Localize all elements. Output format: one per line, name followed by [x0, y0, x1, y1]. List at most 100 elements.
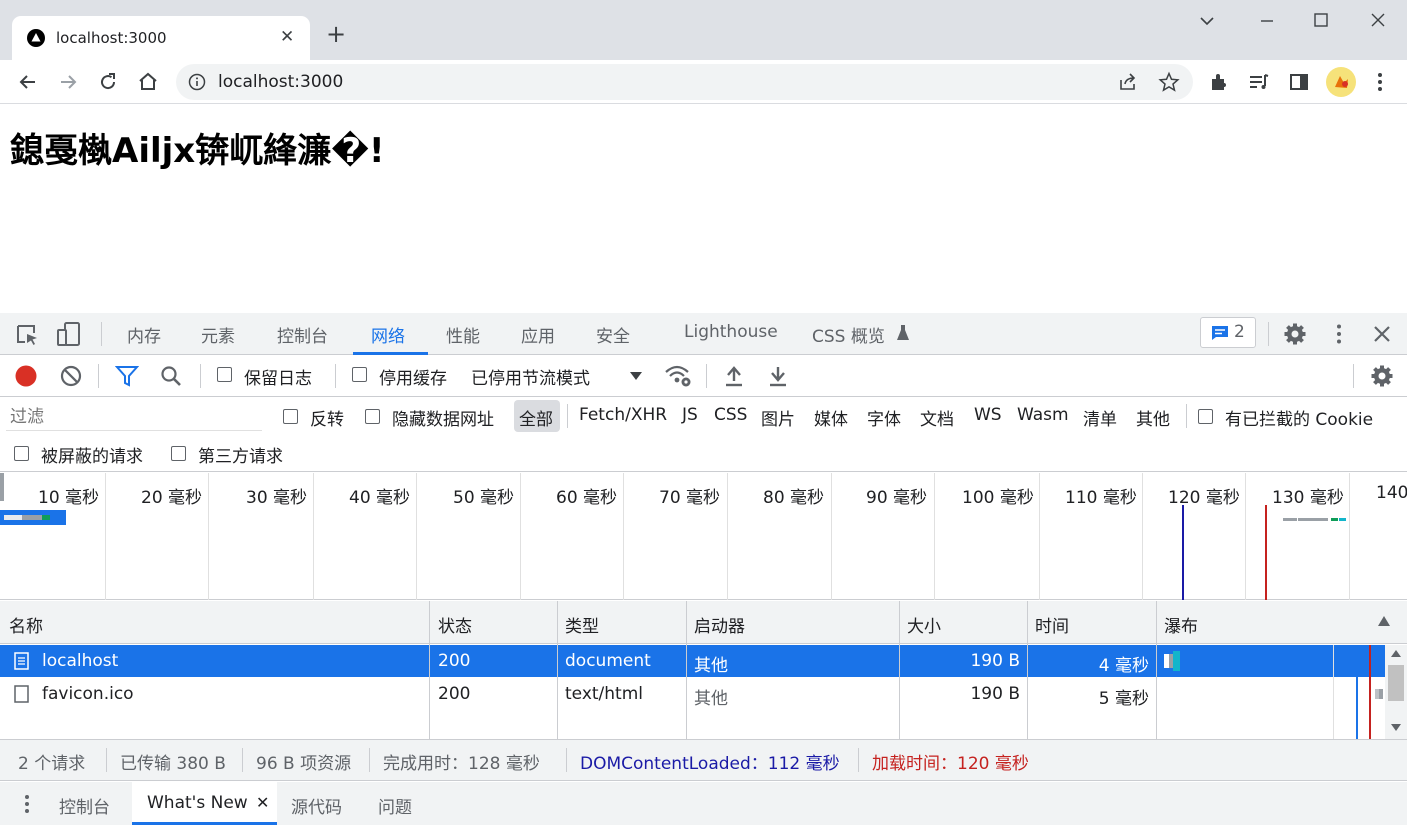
tab-application[interactable]: 应用 [521, 322, 555, 347]
network-conditions-icon[interactable] [664, 363, 692, 389]
reload-icon[interactable] [96, 70, 120, 94]
column-divider[interactable] [1027, 601, 1028, 739]
close-window-icon[interactable] [1367, 10, 1389, 32]
scroll-down-icon[interactable] [1390, 723, 1402, 732]
tab-css-overview[interactable]: CSS 概览 [812, 322, 885, 347]
back-icon[interactable] [16, 70, 40, 94]
type-filter-media[interactable]: 媒体 [814, 405, 848, 430]
type-filter-all[interactable]: 全部 [519, 405, 553, 430]
tab-security[interactable]: 安全 [596, 322, 630, 347]
network-settings-icon[interactable] [1370, 364, 1394, 388]
column-header-type[interactable]: 类型 [565, 612, 599, 637]
close-drawer-tab-icon[interactable]: ✕ [256, 793, 269, 812]
table-row[interactable]: localhost 200 document 其他 190 B 4 毫秒 [0, 645, 1385, 677]
tab-console[interactable]: 控制台 [277, 322, 328, 347]
tab-memory[interactable]: 内存 [127, 322, 161, 347]
scroll-up-icon[interactable] [1390, 649, 1402, 658]
drawer-tab-sources[interactable]: 源代码 [291, 793, 342, 818]
clear-icon[interactable] [59, 364, 83, 388]
sort-ascending-icon[interactable] [1377, 615, 1391, 627]
invert-checkbox[interactable] [283, 409, 298, 424]
disable-cache-checkbox[interactable] [352, 367, 367, 382]
preserve-log-checkbox[interactable] [217, 367, 232, 382]
tab-elements[interactable]: 元素 [201, 322, 235, 347]
column-divider[interactable] [557, 601, 558, 739]
table-header: 名称 状态 类型 启动器 大小 时间 瀑布 [0, 601, 1407, 644]
drawer-menu-icon[interactable] [20, 793, 34, 815]
profile-avatar[interactable] [1326, 67, 1356, 97]
import-har-icon[interactable] [722, 364, 746, 388]
drawer-tab-console[interactable]: 控制台 [59, 793, 110, 818]
column-header-status[interactable]: 状态 [438, 612, 472, 637]
inspect-element-icon[interactable] [14, 322, 40, 348]
tab-performance[interactable]: 性能 [446, 322, 480, 347]
tab-search-icon[interactable] [1196, 10, 1218, 32]
type-filter-ws[interactable]: WS [974, 405, 1002, 425]
scroll-thumb[interactable] [1388, 665, 1404, 701]
bookmark-star-icon[interactable] [1158, 71, 1180, 93]
cell-size: 190 B [970, 684, 1020, 704]
tab-lighthouse[interactable]: Lighthouse [684, 322, 778, 342]
devtools-menu-icon[interactable] [1327, 322, 1351, 346]
network-overview[interactable]: 10 毫秒 20 毫秒 30 毫秒 40 毫秒 50 毫秒 60 毫秒 70 毫… [0, 473, 1407, 600]
column-header-initiator[interactable]: 启动器 [694, 612, 745, 637]
devtools-settings-icon[interactable] [1283, 322, 1307, 346]
close-devtools-icon[interactable] [1370, 322, 1394, 346]
type-filter-css[interactable]: CSS [714, 405, 747, 425]
site-info-icon[interactable] [188, 73, 206, 91]
tab-network[interactable]: 网络 [371, 322, 405, 347]
record-icon[interactable] [14, 364, 38, 388]
column-header-size[interactable]: 大小 [907, 612, 941, 637]
extensions-icon[interactable] [1207, 70, 1231, 94]
table-row[interactable]: favicon.ico 200 text/html 其他 190 B 5 毫秒 [0, 678, 1385, 710]
hide-data-urls-checkbox[interactable] [365, 409, 380, 424]
maximize-icon[interactable] [1310, 10, 1332, 32]
browser-tab[interactable]: localhost:3000 ✕ [12, 16, 310, 60]
drawer-tab-issues[interactable]: 问题 [378, 793, 412, 818]
column-divider[interactable] [686, 601, 687, 739]
blocked-requests-checkbox[interactable] [14, 446, 29, 461]
column-header-name[interactable]: 名称 [9, 612, 43, 637]
column-header-time[interactable]: 时间 [1035, 612, 1069, 637]
media-control-icon[interactable] [1247, 70, 1271, 94]
column-divider[interactable] [1156, 601, 1157, 739]
filter-icon[interactable] [115, 364, 139, 388]
type-filter-other[interactable]: 其他 [1136, 405, 1170, 430]
type-filter-doc[interactable]: 文档 [920, 405, 954, 430]
table-scrollbar[interactable] [1385, 645, 1407, 739]
type-filter-js[interactable]: JS [682, 405, 698, 425]
bar-download [42, 515, 50, 520]
issues-counter-button[interactable]: 2 [1200, 317, 1256, 348]
grid-line [934, 473, 935, 600]
column-divider[interactable] [429, 601, 430, 739]
forward-icon[interactable] [56, 70, 80, 94]
side-panel-icon[interactable] [1287, 70, 1311, 94]
browser-menu-icon[interactable] [1368, 70, 1392, 94]
blocked-cookies-checkbox[interactable] [1198, 409, 1213, 424]
overview-left-handle[interactable] [0, 473, 4, 501]
third-party-checkbox[interactable] [171, 446, 186, 461]
column-header-waterfall[interactable]: 瀑布 [1164, 612, 1198, 637]
type-filter-wasm[interactable]: Wasm [1017, 405, 1069, 425]
type-filter-fetch-xhr[interactable]: Fetch/XHR [579, 405, 667, 425]
grid-line [1142, 473, 1143, 600]
address-bar[interactable]: localhost:3000 [176, 64, 1193, 100]
tick-label: 10 毫秒 [38, 488, 100, 508]
minimize-icon[interactable] [1256, 10, 1278, 32]
search-icon[interactable] [159, 364, 183, 388]
drawer-tab-whats-new[interactable]: What's New ✕ [132, 782, 277, 825]
home-icon[interactable] [136, 70, 160, 94]
throttling-select[interactable]: 已停用节流模式 [471, 364, 646, 390]
share-icon[interactable] [1118, 72, 1138, 92]
type-filter-manifest[interactable]: 清单 [1083, 405, 1117, 430]
type-filter-img[interactable]: 图片 [761, 405, 795, 430]
filter-input[interactable] [6, 403, 262, 431]
column-divider[interactable] [899, 601, 900, 739]
close-tab-icon[interactable]: ✕ [280, 27, 294, 47]
new-tab-button[interactable]: + [326, 22, 346, 46]
summary-load: 加载时间：120 毫秒 [872, 754, 1029, 774]
type-filter-font[interactable]: 字体 [867, 405, 901, 430]
export-har-icon[interactable] [766, 364, 790, 388]
overview-request-bar-2-wait [1298, 518, 1328, 521]
device-toolbar-icon[interactable] [56, 321, 82, 347]
